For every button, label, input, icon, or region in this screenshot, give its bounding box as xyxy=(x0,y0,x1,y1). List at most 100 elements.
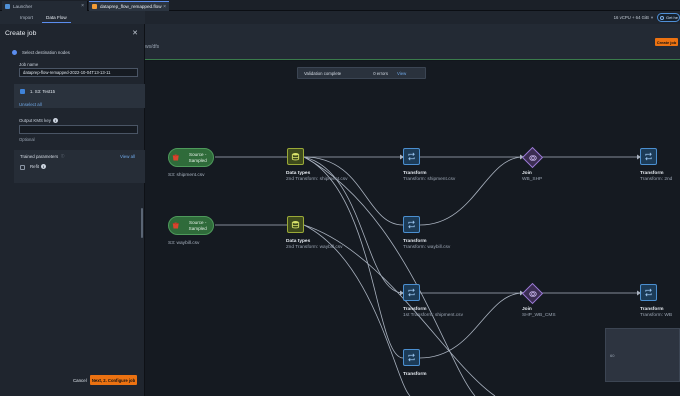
step-indicator: Select destination nodes xyxy=(12,50,70,55)
node-subtitle: 2nd Transform: waybill.csv xyxy=(286,245,343,250)
tab-import[interactable]: Import xyxy=(16,13,37,23)
panel-title: Create job xyxy=(5,30,37,37)
kms-key-input[interactable] xyxy=(19,125,138,134)
node-title: Transform xyxy=(403,239,427,244)
join-icon xyxy=(524,149,541,166)
info-icon[interactable]: i xyxy=(52,118,58,124)
flow-canvas[interactable]: Validation complete 0 errors View Source… xyxy=(145,61,680,396)
source-pill-label: Source - Sampled xyxy=(188,152,207,163)
source-node-label: S3: waybill.csv xyxy=(168,240,199,246)
edge xyxy=(303,156,476,396)
source-node-waybill[interactable]: Source - Sampled xyxy=(168,216,214,235)
source-label: S3: waybill.csv xyxy=(168,241,200,246)
refit-label: Refit xyxy=(30,164,40,169)
instance-selector[interactable]: 16 vCPU + 64 GiB ▾ xyxy=(614,15,653,21)
source-label: S3: shipment.csv xyxy=(168,173,205,178)
create-job-button[interactable]: Create job xyxy=(655,38,678,46)
transform-node[interactable] xyxy=(403,284,420,301)
trained-title-text: Trained parameters xyxy=(20,154,59,159)
sub-tabs: Import Data Flow xyxy=(0,11,145,24)
launcher-icon xyxy=(5,3,10,9)
window-tab-strip: Launcher × dataprep_flow_remapped.flow × xyxy=(0,0,680,11)
node-title: Data types xyxy=(286,171,311,176)
help-icon xyxy=(660,15,664,20)
node-title: Transform xyxy=(640,307,664,312)
edge xyxy=(303,224,411,396)
refit-checkbox[interactable] xyxy=(20,165,25,170)
transform-node[interactable] xyxy=(403,349,420,366)
data-types-node[interactable] xyxy=(287,216,304,233)
node-title: Transform xyxy=(640,171,664,176)
minimap[interactable]: 60 xyxy=(605,328,680,382)
optional-hint: Optional xyxy=(19,137,35,142)
node-subtitle: Transform: waybill.csv xyxy=(403,245,451,250)
edge xyxy=(419,156,524,226)
transform-node[interactable] xyxy=(403,216,420,233)
node-title: Transform xyxy=(403,307,427,312)
header-tab[interactable]: ws/dfs xyxy=(145,44,159,50)
step-dot-icon xyxy=(12,50,17,55)
close-icon[interactable]: ✕ xyxy=(132,29,138,37)
kms-label: Output KMS key xyxy=(19,118,51,123)
tab-launcher-label: Launcher xyxy=(13,3,33,9)
database-icon xyxy=(291,220,300,229)
node-subtitle: Transform: shipment.csv xyxy=(403,177,456,182)
toolbar: 16 vCPU + 64 GiB ▾ xyxy=(145,11,680,24)
transform-label: Transform Transform: shipment.csv xyxy=(403,171,455,182)
transform-icon xyxy=(645,288,652,297)
data-types-label: Data types 2nd Transform: waybill.csv xyxy=(286,239,343,250)
next-configure-job-button[interactable]: Next, 2. Configure job xyxy=(90,375,137,385)
source-node-label: S3: shipment.csv xyxy=(168,172,205,178)
instance-label: 16 vCPU + 64 GiB xyxy=(613,15,649,20)
transform-node[interactable] xyxy=(403,148,420,165)
transform-icon xyxy=(408,353,415,362)
node-title: Join xyxy=(522,171,532,176)
job-name-input[interactable]: dataprep-flow-remapped-2022-10-04T13-13-… xyxy=(19,68,138,77)
node-title: Transform xyxy=(403,372,427,377)
minimap-label: 60 xyxy=(610,353,615,358)
node-subtitle: Transform: WB xyxy=(640,313,673,318)
cancel-button[interactable]: Cancel xyxy=(73,378,87,383)
panel-scrollbar[interactable] xyxy=(141,208,143,238)
flow-header: ws/dfs Create job xyxy=(145,24,680,60)
tab-data-flow[interactable]: Data Flow xyxy=(42,13,71,23)
transform-label: Transform Transform: waybill.csv xyxy=(403,239,450,250)
transform-icon xyxy=(408,152,415,161)
unselect-all-link[interactable]: Unselect all xyxy=(19,102,42,107)
source-node-shipment[interactable]: Source - Sampled xyxy=(168,148,214,167)
job-name-label: Job name xyxy=(19,62,39,67)
data-types-node[interactable] xyxy=(287,148,304,165)
tab-flow[interactable]: dataprep_flow_remapped.flow × xyxy=(89,1,169,11)
destination-node-name: 1. S3: Test15 xyxy=(30,89,56,94)
node-title: Transform xyxy=(403,171,427,176)
tab-launcher[interactable]: Launcher × xyxy=(2,1,88,11)
tab-flow-label: dataprep_flow_remapped.flow xyxy=(100,4,162,9)
validation-view-link[interactable]: View xyxy=(397,71,406,76)
transform-node[interactable] xyxy=(640,284,657,301)
close-icon[interactable]: × xyxy=(81,3,84,9)
get-help-button[interactable]: Get he xyxy=(657,13,680,22)
transform-label: Transform 1st Transform: shipment.csv xyxy=(403,307,463,318)
transform-node[interactable] xyxy=(640,148,657,165)
step-label: Select destination nodes xyxy=(22,50,70,55)
validation-errors: 0 errors xyxy=(373,70,388,76)
transform-label: Transform Transform: WB xyxy=(640,307,672,318)
transform-icon xyxy=(408,288,415,297)
transform-label: Transform xyxy=(403,372,426,377)
get-help-label: Get he xyxy=(666,15,679,20)
data-types-label: Data types 2nd Transform: shipment.csv xyxy=(286,171,348,182)
info-icon[interactable]: i xyxy=(41,164,47,170)
edge xyxy=(419,292,524,359)
validation-banner: Validation complete 0 errors View xyxy=(297,67,426,79)
create-job-panel: Create job ✕ Select destination nodes Jo… xyxy=(0,24,145,396)
chevron-down-icon: ▾ xyxy=(650,15,653,20)
trained-parameters-section: Trained parameters ⓘ View all Refit i xyxy=(14,150,145,183)
checkbox-checked-icon[interactable] xyxy=(20,89,25,94)
join-label: Join SHP_WB_CMS xyxy=(522,307,556,318)
view-all-link[interactable]: View all xyxy=(120,154,135,159)
refit-label-row: Refit i xyxy=(30,164,47,170)
node-subtitle: 1st Transform: shipment.csv xyxy=(403,313,463,318)
close-icon[interactable]: × xyxy=(163,4,166,10)
node-subtitle: 2nd Transform: shipment.csv xyxy=(286,177,348,182)
s3-bucket-icon xyxy=(172,154,179,161)
